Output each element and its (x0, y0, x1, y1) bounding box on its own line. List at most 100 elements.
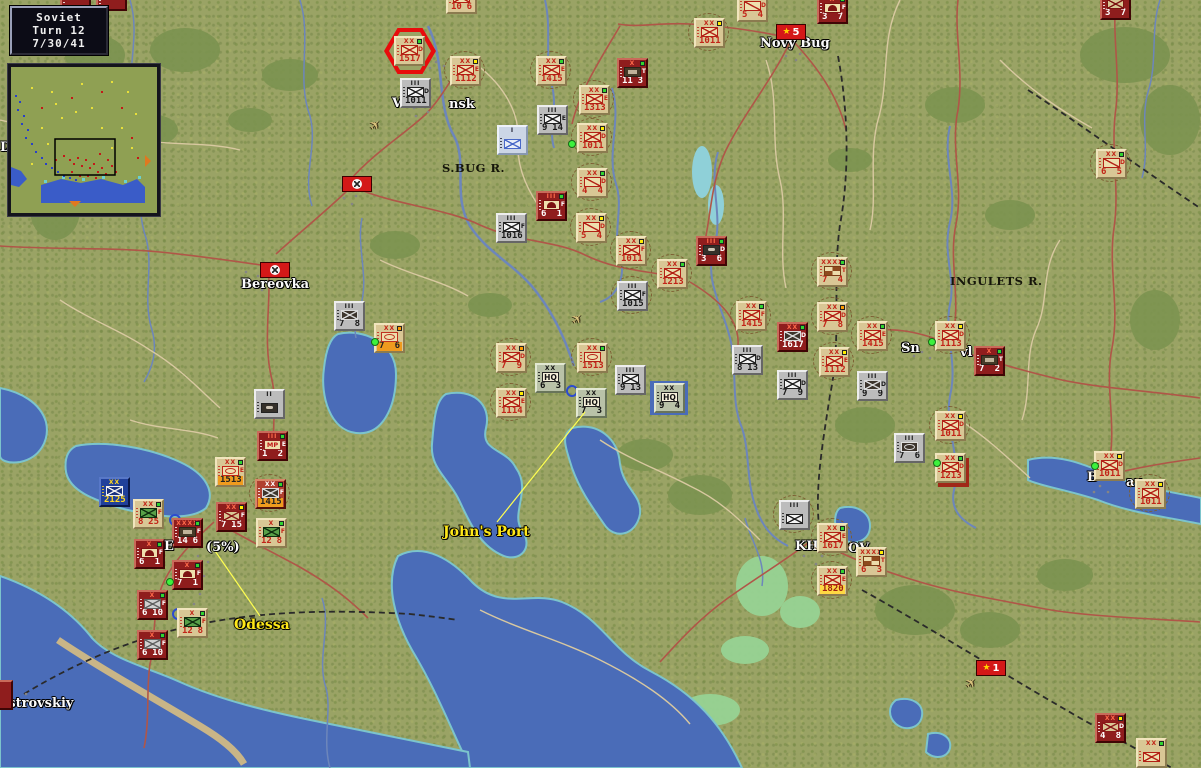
unit-counter[interactable]: III D 9 9 (857, 371, 888, 401)
unit-counter[interactable]: XF71 (172, 560, 203, 590)
unit-counter[interactable]: III D 3 6 (696, 236, 727, 266)
unit-counter[interactable]: XX HQ 6 3 (535, 363, 566, 393)
unit-counter[interactable]: XX E 11 12 (813, 342, 854, 380)
unit-symbol-x-icon (664, 268, 681, 278)
unit-strength-values: 44 (582, 186, 603, 196)
unit-counter[interactable]: III D 7 9 (777, 370, 808, 400)
unit-counter[interactable]: XXD54 (570, 208, 611, 246)
unit-counter[interactable]: III 9 13 (615, 365, 646, 395)
unit-counter[interactable]: XX 7 6 (374, 323, 405, 353)
unit-counter[interactable]: XX F 14 15 (730, 296, 771, 334)
unit-steps-icon (580, 352, 582, 362)
unit-counter[interactable]: XX D 4 4 (571, 163, 612, 201)
unit-counter[interactable]: XX F 8 25 (133, 499, 164, 529)
unit-counter[interactable]: III D 8 13 (732, 345, 763, 375)
unit-counter[interactable]: XX D 10 11 (929, 406, 970, 444)
unit-counter[interactable]: III F 6 1 (536, 191, 567, 221)
unit-counter[interactable]: XX D 6 5 (1090, 144, 1131, 182)
unit-counter[interactable]: I (497, 125, 528, 155)
unit-counter[interactable]: III MP E 1 2 (257, 431, 288, 461)
unit-status-square-icon (958, 414, 963, 419)
unit-counter[interactable]: XT72 (974, 346, 1005, 376)
unit-counter[interactable]: XX 10 11 (1129, 474, 1170, 512)
unit-counter[interactable]: II (254, 389, 285, 419)
unit-strength-values: 12 13 (940, 471, 962, 481)
unit-status-square-icon (559, 194, 564, 199)
unit-counter[interactable]: XX E 13 13 (573, 80, 614, 118)
unit-mode-letter: E (561, 115, 566, 122)
unit-status-square-icon (600, 126, 605, 131)
unit-counter[interactable]: X F 12 8 (256, 518, 287, 548)
unit-strength-values: 12 8 (261, 536, 282, 546)
unit-symbol-hq-icon: HQ (583, 397, 600, 407)
unit-counter[interactable]: X F 6 10 (137, 630, 168, 660)
unit-counter[interactable]: XX E 11 12 (444, 51, 485, 89)
unit-counter[interactable]: XX F 10 11 (610, 231, 651, 269)
unit-status-square-icon (160, 633, 165, 638)
unit-counter[interactable]: XX E 18 20 (811, 561, 852, 599)
unit-symbol-dark-icon (981, 355, 998, 365)
unit-counter[interactable]: X37 (1100, 0, 1131, 20)
unit-counter[interactable]: XX (1136, 738, 1167, 768)
unit-counter[interactable]: III (773, 495, 814, 533)
unit-counter[interactable]: III D 10 11 (400, 78, 431, 108)
unit-counter[interactable]: III E 9 14 (537, 105, 568, 135)
unit-counter[interactable]: XX HQ 9 4 (650, 381, 688, 415)
unit-counter[interactable]: XX E 14 15 (851, 316, 892, 354)
unit-counter[interactable]: XF61 (134, 539, 165, 569)
german-town-flag-icon (342, 176, 372, 192)
game-map[interactable]: VonskNovy BugBereovkaSnvlKHOVBauestrovsk… (0, 0, 1201, 768)
unit-symbol-checker-icon (824, 266, 841, 276)
unit-counter[interactable]: XX E 16 17 (811, 518, 852, 556)
unit-mode-letter: D (881, 381, 886, 388)
unit-status-square-icon (600, 171, 605, 176)
unit-counter[interactable]: XF37 (817, 0, 848, 24)
unit-counter[interactable]: XX D 12 13 (935, 453, 969, 487)
unit-status-square-icon (879, 550, 884, 555)
unit-counter[interactable]: XX D 7 9 (490, 338, 531, 376)
unit-strength-values: 10 11 (582, 141, 604, 151)
unit-counter[interactable]: XX D 4 8 (1095, 713, 1126, 743)
unit-counter[interactable]: XX HQ 7 3 (576, 388, 607, 418)
unit-counter[interactable]: XX106 (446, 0, 477, 14)
unit-counter[interactable]: X F 12 8 (177, 608, 208, 638)
airfield-icon: ✈ (962, 674, 981, 693)
unit-counter[interactable]: III F 10 15 (611, 276, 652, 314)
unit-counter[interactable]: XX D 11 13 (929, 316, 970, 354)
unit-counter[interactable]: III 7 8 (334, 301, 365, 331)
unit-counter[interactable]: XXXX T 6 3 (856, 547, 887, 577)
unit-strength-values: 9 13 (620, 383, 641, 393)
unit-counter[interactable]: XX F 7 15 (216, 502, 247, 532)
unit-counter[interactable]: XX D 15 17 (384, 28, 436, 74)
unit-counter[interactable]: XX E 11 14 (490, 383, 531, 421)
unit-strength-values: 10 15 (622, 299, 644, 309)
unit-counter[interactable] (0, 680, 13, 710)
unit-counter[interactable]: X T 11 3 (617, 58, 648, 88)
unit-symbol-hq-icon: HQ (661, 392, 678, 402)
unit-counter[interactable]: XXD54 (737, 0, 768, 22)
unit-strength-values: 61 (541, 209, 562, 219)
unit-counter[interactable]: XXXX F 14 6 (172, 518, 203, 548)
unit-counter[interactable]: XX F 14 15 (249, 474, 290, 512)
unit-counter[interactable]: XX D 10 11 (571, 118, 612, 156)
unit-steps-icon (539, 200, 541, 210)
unit-steps-icon (140, 599, 142, 609)
unit-counter[interactable]: XXXX T 7 4 (811, 252, 852, 290)
unit-counter[interactable]: X F 6 10 (137, 590, 168, 620)
unit-counter[interactable]: XX E 14 15 (530, 51, 571, 89)
unit-counter[interactable]: XX 21 25 (99, 477, 130, 507)
unit-counter[interactable]: XX D 16 17 (777, 322, 808, 352)
unit-counter[interactable]: III F 10 16 (496, 213, 527, 243)
unit-strength-values: 18 20 (820, 584, 845, 594)
unit-counter[interactable]: XX 12 13 (651, 254, 692, 292)
unit-mode-letter: D (801, 380, 806, 387)
unit-counter[interactable]: XX 10 11 (688, 13, 729, 51)
unit-counter[interactable]: XX E 15 13 (215, 457, 246, 487)
unit-counter[interactable]: XX 15 13 (571, 338, 612, 376)
unit-counter[interactable]: III 7 6 (894, 433, 925, 463)
callout-label: E (164, 539, 174, 554)
minimap[interactable] (7, 63, 161, 217)
turn-date: 7/30/41 (32, 37, 86, 50)
unit-counter[interactable]: XX D 7 8 (811, 297, 852, 335)
unit-steps-icon (102, 486, 104, 496)
